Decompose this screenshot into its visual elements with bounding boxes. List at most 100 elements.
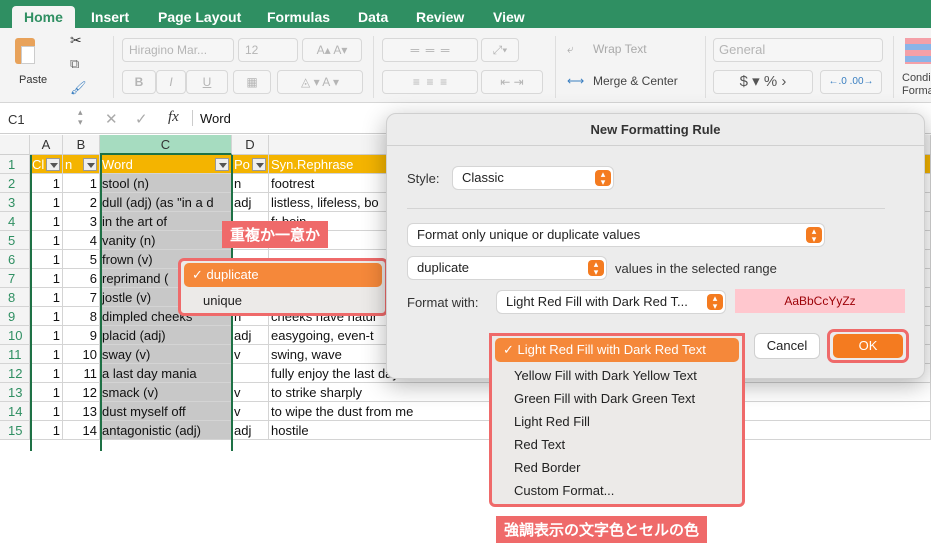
cell-c[interactable]: a last day mania — [100, 364, 232, 383]
cut-icon[interactable]: ✂ — [70, 32, 82, 49]
menu-item-red-text[interactable]: Red Text — [492, 433, 742, 456]
tab-formulas[interactable]: Formulas — [267, 6, 330, 28]
row-number[interactable]: 12 — [0, 364, 30, 383]
row-number[interactable]: 7 — [0, 269, 30, 288]
italic-button[interactable]: I — [156, 70, 186, 94]
cell-b[interactable]: 9 — [63, 326, 100, 345]
cancel-icon[interactable]: ✕ — [105, 110, 118, 128]
accounting-percent-buttons[interactable]: $ ▾ % › — [713, 70, 813, 94]
row-number[interactable]: 3 — [0, 193, 30, 212]
menu-item-duplicate[interactable]: ✓ duplicate — [184, 263, 382, 287]
cell-b[interactable]: 10 — [63, 345, 100, 364]
cell-b[interactable]: 8 — [63, 307, 100, 326]
tab-page-layout[interactable]: Page Layout — [158, 6, 241, 28]
menu-item-red-border[interactable]: Red Border — [492, 456, 742, 479]
cell-c[interactable]: placid (adj) — [100, 326, 232, 345]
cell-b[interactable]: 5 — [63, 250, 100, 269]
row-number[interactable]: 1 — [0, 155, 30, 174]
cell-c[interactable]: dull (adj) (as "in a d — [100, 193, 232, 212]
filter-dropdown-icon[interactable] — [83, 158, 97, 171]
menu-item-light-red-fill[interactable]: Light Red Fill — [492, 410, 742, 433]
select-all-corner[interactable] — [0, 135, 30, 155]
tab-insert[interactable]: Insert — [91, 6, 129, 28]
conditional-formatting-icon[interactable] — [905, 38, 931, 64]
enter-icon[interactable]: ✓ — [135, 110, 148, 128]
paste-icon[interactable] — [15, 38, 35, 64]
rule-type-select[interactable]: Format only unique or duplicate values ▴ ▾ — [408, 224, 824, 246]
cell-a[interactable]: 1 — [30, 288, 63, 307]
copy-icon[interactable]: ⧉ — [70, 56, 79, 72]
cell-c[interactable]: dust myself off — [100, 402, 232, 421]
row-number[interactable]: 14 — [0, 402, 30, 421]
cell-b[interactable]: 7 — [63, 288, 100, 307]
cell-c[interactable]: vanity (n) — [100, 231, 232, 250]
col-header-b[interactable]: B — [63, 135, 100, 155]
menu-item-custom-format[interactable]: Custom Format... — [492, 479, 742, 502]
cell-a[interactable]: 1 — [30, 364, 63, 383]
cell-a[interactable]: 1 — [30, 269, 63, 288]
row-number[interactable]: 2 — [0, 174, 30, 193]
indent-buttons[interactable]: ⇤ ⇥ — [481, 70, 543, 94]
menu-item-yellow-fill[interactable]: Yellow Fill with Dark Yellow Text — [492, 364, 742, 387]
tab-review[interactable]: Review — [416, 6, 464, 28]
row-number[interactable]: 15 — [0, 421, 30, 440]
filter-dropdown-icon[interactable] — [215, 158, 229, 171]
cell-d[interactable] — [232, 364, 269, 383]
tab-home[interactable]: Home — [12, 6, 75, 28]
col-header-c[interactable]: C — [100, 135, 232, 155]
cell-a[interactable]: 1 — [30, 231, 63, 250]
font-name-select[interactable]: Hiragino Mar... — [122, 38, 234, 62]
cell-a[interactable]: 1 — [30, 193, 63, 212]
cell-a[interactable]: 1 — [30, 250, 63, 269]
wrap-text-button[interactable]: Wrap Text — [593, 42, 647, 56]
cell-a[interactable]: 1 — [30, 307, 63, 326]
cell-a[interactable]: 1 — [30, 383, 63, 402]
duplicate-select[interactable]: duplicate ▴ ▾ — [408, 257, 606, 279]
merge-center-button[interactable]: Merge & Center — [593, 74, 678, 88]
cell-c[interactable]: stool (n) — [100, 174, 232, 193]
bold-button[interactable]: B — [122, 70, 156, 94]
cell-b[interactable]: 6 — [63, 269, 100, 288]
style-select[interactable]: Classic ▴ ▾ — [453, 167, 613, 189]
cell-b[interactable]: 1 — [63, 174, 100, 193]
cell-b[interactable]: 4 — [63, 231, 100, 250]
fx-icon[interactable]: fx — [168, 109, 179, 126]
horizontal-align-buttons[interactable]: ≡ ≡ ≡ — [382, 70, 478, 94]
cell-d[interactable]: adj — [232, 421, 269, 440]
cell-d[interactable]: n — [232, 174, 269, 193]
col-header-d[interactable]: D — [232, 135, 269, 155]
paste-label[interactable]: Paste — [19, 74, 47, 86]
orientation-button[interactable]: ⤢▾ — [481, 38, 519, 62]
cell-d[interactable]: v — [232, 383, 269, 402]
cell-c[interactable]: sway (v) — [100, 345, 232, 364]
underline-button[interactable]: U — [186, 70, 228, 94]
borders-button[interactable]: ▦ — [233, 70, 271, 94]
cancel-button[interactable]: Cancel — [755, 334, 819, 358]
row-number[interactable]: 11 — [0, 345, 30, 364]
format-with-select[interactable]: Light Red Fill with Dark Red T... ▴ ▾ — [497, 291, 725, 313]
cell-a[interactable]: 1 — [30, 421, 63, 440]
row-number[interactable]: 5 — [0, 231, 30, 250]
name-box-stepper[interactable]: ▴ ▾ — [78, 107, 83, 127]
cell-b[interactable]: 14 — [63, 421, 100, 440]
cell-d[interactable]: adj — [232, 193, 269, 212]
tab-view[interactable]: View — [493, 6, 525, 28]
formula-input[interactable]: Word — [200, 111, 231, 126]
row-number[interactable]: 9 — [0, 307, 30, 326]
cell-c[interactable]: Word — [100, 155, 232, 174]
cell-a[interactable]: 1 — [30, 326, 63, 345]
cell-b[interactable]: 11 — [63, 364, 100, 383]
number-format-select[interactable]: General — [713, 38, 883, 62]
cell-a[interactable]: 1 — [30, 174, 63, 193]
format-painter-icon[interactable]: 🖌 — [70, 80, 87, 96]
cell-d[interactable]: v — [232, 345, 269, 364]
menu-item-light-red-fill-dark-red-text[interactable]: ✓ Light Red Fill with Dark Red Text — [495, 338, 739, 362]
filter-dropdown-icon[interactable] — [46, 158, 60, 171]
ok-button[interactable]: OK — [833, 334, 903, 358]
row-number[interactable]: 13 — [0, 383, 30, 402]
cell-a[interactable]: 1 — [30, 345, 63, 364]
tab-data[interactable]: Data — [358, 6, 388, 28]
cond-format-label-2[interactable]: Forma — [902, 85, 931, 97]
cell-b[interactable]: 13 — [63, 402, 100, 421]
cell-b[interactable]: 12 — [63, 383, 100, 402]
